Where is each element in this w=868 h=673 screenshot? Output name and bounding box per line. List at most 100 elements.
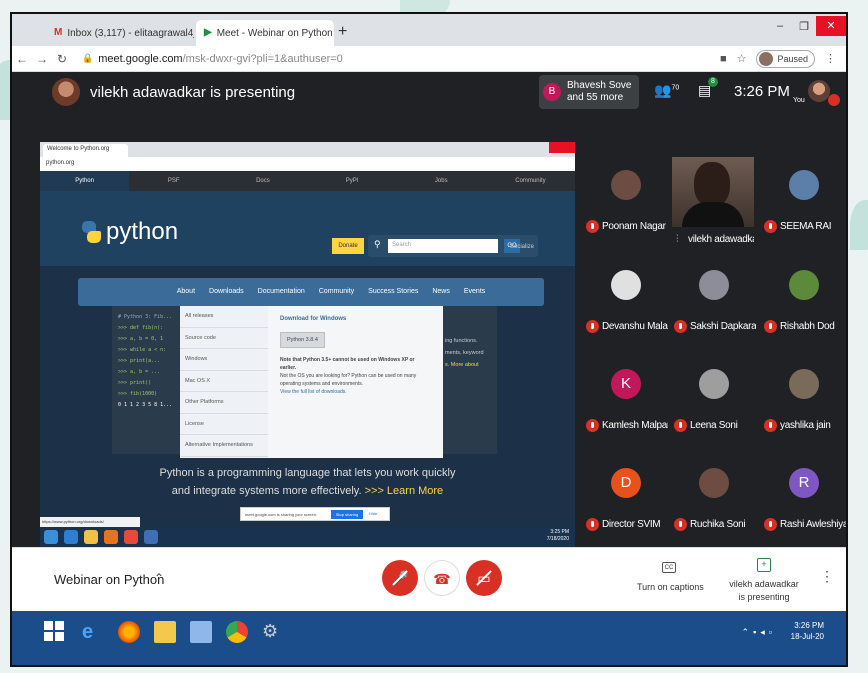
code-line: >>> def fib(n): [118,325,164,331]
chip-line1: Bhavesh Sove [567,80,632,91]
microphone-toggle-button[interactable]: 🎤 [382,560,418,596]
participant-name: Sakshi Dapkara [690,321,756,332]
present-icon[interactable]: + [757,558,771,572]
camera-toggle-button[interactable]: ▭ [466,560,502,596]
participant-name: Ruchika Soni [690,519,746,530]
hide-button: Hide [369,511,378,516]
participant-tile[interactable]: yashlika jain [762,343,846,442]
code-line: >>> while a < n: [118,347,167,353]
meet-icon: ▶ [204,27,212,38]
back-icon[interactable]: ← [12,52,32,66]
participants-chip[interactable]: B Bhavesh Sove and 55 more [539,75,639,109]
turn-on-captions-button[interactable]: Turn on captions [637,582,704,592]
meeting-details-title[interactable]: Webinar on Python [54,572,164,587]
avatar: K [611,369,641,399]
participant-tile[interactable]: R Rashi Awleshiya [762,442,846,541]
mic-off-icon [586,419,599,432]
mic-off-icon [586,320,599,333]
lock-icon: 🔒 [82,53,94,63]
system-tray-icons[interactable]: ⌃▪◂▫ [742,627,776,638]
camera-permission-icon[interactable]: ■ [720,53,727,65]
participant-face [694,162,730,207]
participant-name: Rishabh Dod [780,321,835,332]
meet-control-bar: Webinar on Python ⌃ 🎤 ☎ ▭ CC Turn on cap… [12,547,846,611]
participant-tile[interactable]: SEEMA RAI [762,144,846,243]
star-icon[interactable]: ☆ [737,52,747,65]
download-python-button: Python 3.8.4 [280,332,325,348]
participant-name: Director SVIM [602,519,661,530]
notepad-icon[interactable] [190,621,212,643]
code-sample: # Python 3: Fib... >>> def fib(n): >>> a… [118,312,172,411]
reload-icon[interactable]: ↻ [52,52,72,66]
python-snake-icon [82,221,101,243]
presenting-line1: vilekh adawadkar [729,579,799,589]
main-nav-item: Community [318,288,355,295]
participant-tile[interactable]: Poonam Nagar [584,144,668,243]
top-nav-item: PyPI [345,178,359,184]
chrome-icon[interactable] [226,621,248,643]
self-avatar[interactable] [808,80,830,102]
participant-tile[interactable]: Ruchika Soni [672,442,756,541]
captions-icon[interactable]: CC [662,562,676,573]
file-explorer-icon[interactable] [154,621,176,643]
internet-explorer-icon[interactable]: e [82,621,104,643]
participant-tile[interactable]: Sakshi Dapkara [672,244,756,343]
chat-badge: 8 [708,77,718,87]
profile-paused-button[interactable]: Paused [756,49,815,68]
gmail-icon: M [54,27,63,38]
shared-tab: Welcome to Python.org [43,144,128,157]
avatar: D [611,468,641,498]
people-icon[interactable]: 👥70 [654,82,679,99]
forward-icon[interactable]: → [32,52,52,66]
url-field[interactable]: 🔒 meet.google.com /msk-dwxr-gvi?pli=1&au… [82,53,642,65]
presenting-status-button[interactable]: vilekh adawadkar is presenting [724,578,804,604]
taskbar-clock[interactable]: 3:26 PM 18-Jul-20 [791,620,824,642]
minimize-icon[interactable]: – [768,20,792,32]
restore-icon[interactable]: ❐ [792,20,816,33]
side-line: ing functions. [445,338,478,344]
participant-name: Kamlesh Malpani [602,420,668,431]
dropdown-item: Windows [180,349,268,371]
new-tab-button[interactable]: + [338,23,347,41]
paused-label: Paused [777,53,808,64]
panel-link: View the full list of downloads. [280,389,347,395]
participant-tile[interactable]: K Kamlesh Malpani [584,343,668,442]
avatar [699,468,729,498]
participant-tile-active-speaker[interactable]: ⫶ vilekh adawadkar [672,157,756,256]
chrome-menu-icon[interactable]: ⋮ [825,52,836,65]
participant-tile[interactable]: Rishabh Dod [762,244,846,343]
media-icon [104,530,118,544]
code-line: >>> fib(1000) [118,391,158,397]
panel-note: Not the OS you are looking for? Python c… [280,373,417,387]
tab-label: Inbox (3,117) - elitaagrawal4jan@ [67,27,194,39]
participant-tile[interactable]: Devanshu Mala... [584,244,668,343]
code-line: >>> print(a... [118,358,161,364]
leave-call-button[interactable]: ☎ [424,560,460,596]
participant-tile[interactable]: D Director SVIM [584,442,668,541]
main-nav-item: Events [463,288,486,295]
tab-meet[interactable]: ▶ Meet - Webinar on Python ✕ [196,20,334,46]
windows-start-icon[interactable] [44,621,66,643]
side-text: ing functions. ments, keyword s. More ab… [445,335,484,371]
main-nav-item: Documentation [257,288,305,295]
presenting-title: vilekh adawadkar is presenting [90,84,296,101]
firefox-icon[interactable] [118,621,140,643]
tab-gmail[interactable]: M Inbox (3,117) - elitaagrawal4jan@ ✕ [46,20,194,46]
settings-icon[interactable]: ⚙ [262,621,284,643]
panel-note-bold: Note that Python 3.5+ cannot be used on … [280,357,415,371]
participant-tile[interactable]: Leena Soni [672,343,756,442]
mic-off-icon [586,220,599,233]
self-mic-off-icon [828,94,840,106]
main-nav-item: News [432,288,450,295]
window-close-icon[interactable]: ✕ [816,16,846,36]
more-options-icon[interactable]: ⋮ [820,568,834,585]
python-header: python Donate ⚲ Search GO Socialize [40,191,575,266]
intro-line: and integrate systems more effectively. [171,485,362,497]
avatar: R [789,468,819,498]
chip-line2: and 55 more [567,92,624,103]
shared-clock: 3:25 PM 7/18/2020 [547,529,569,543]
chevron-up-icon[interactable]: ⌃ [154,571,164,585]
windows-start-icon [44,530,58,544]
you-label: You [793,97,805,104]
main-nav-item: About [176,288,196,295]
